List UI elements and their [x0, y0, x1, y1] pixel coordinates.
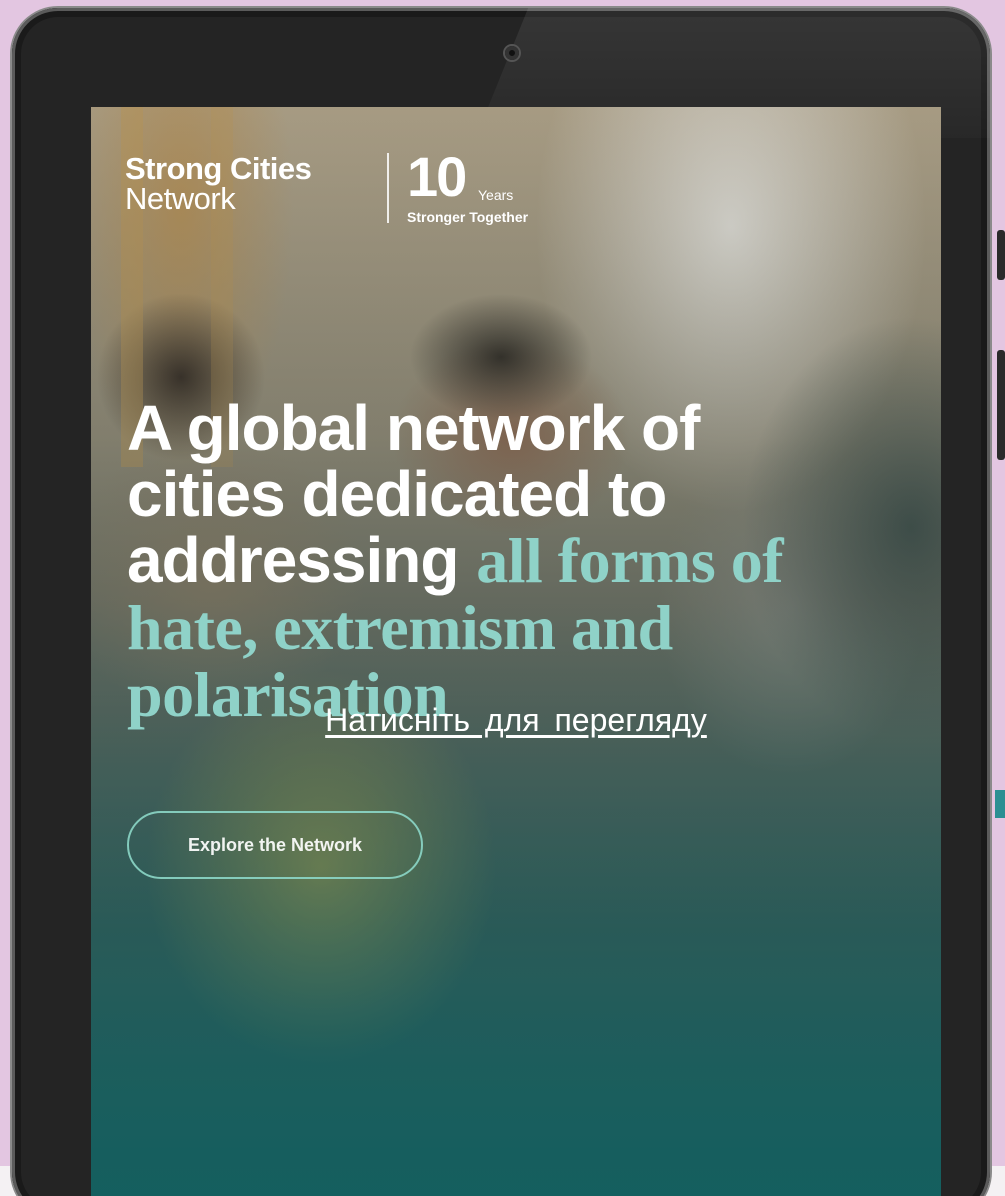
background-edge-mark: [997, 230, 1005, 280]
headline-part: cities dedicated to: [127, 458, 667, 530]
hero-headline: A global network of cities dedicated to …: [127, 395, 937, 728]
headline-part: addressing: [127, 524, 459, 596]
tablet-screen[interactable]: Strong Cities Network 10 Years Stronger …: [91, 107, 941, 1196]
background-edge-mark: [997, 350, 1005, 460]
page: Strong Cities Network 10 Years Stronger …: [0, 0, 1005, 1196]
anniversary-number: 10: [407, 145, 467, 208]
explore-network-button[interactable]: Explore the Network: [127, 811, 423, 879]
headline-accent: hate, extremism and: [127, 592, 673, 663]
headline-accent: all forms of: [476, 525, 784, 596]
logo-divider: [387, 153, 389, 223]
background-teal-mark: [995, 790, 1005, 818]
logo-line2: Network: [125, 181, 236, 216]
anniversary-years: Years: [478, 187, 514, 203]
tablet-frame: Strong Cities Network 10 Years Stronger …: [12, 8, 990, 1196]
view-preview-link[interactable]: Натисніть для перегляду: [91, 702, 941, 739]
site-logo[interactable]: Strong Cities Network: [125, 153, 312, 216]
headline-part: A global network of: [127, 392, 700, 464]
anniversary-tagline: Stronger Together: [407, 209, 529, 225]
camera-icon: [505, 46, 519, 60]
